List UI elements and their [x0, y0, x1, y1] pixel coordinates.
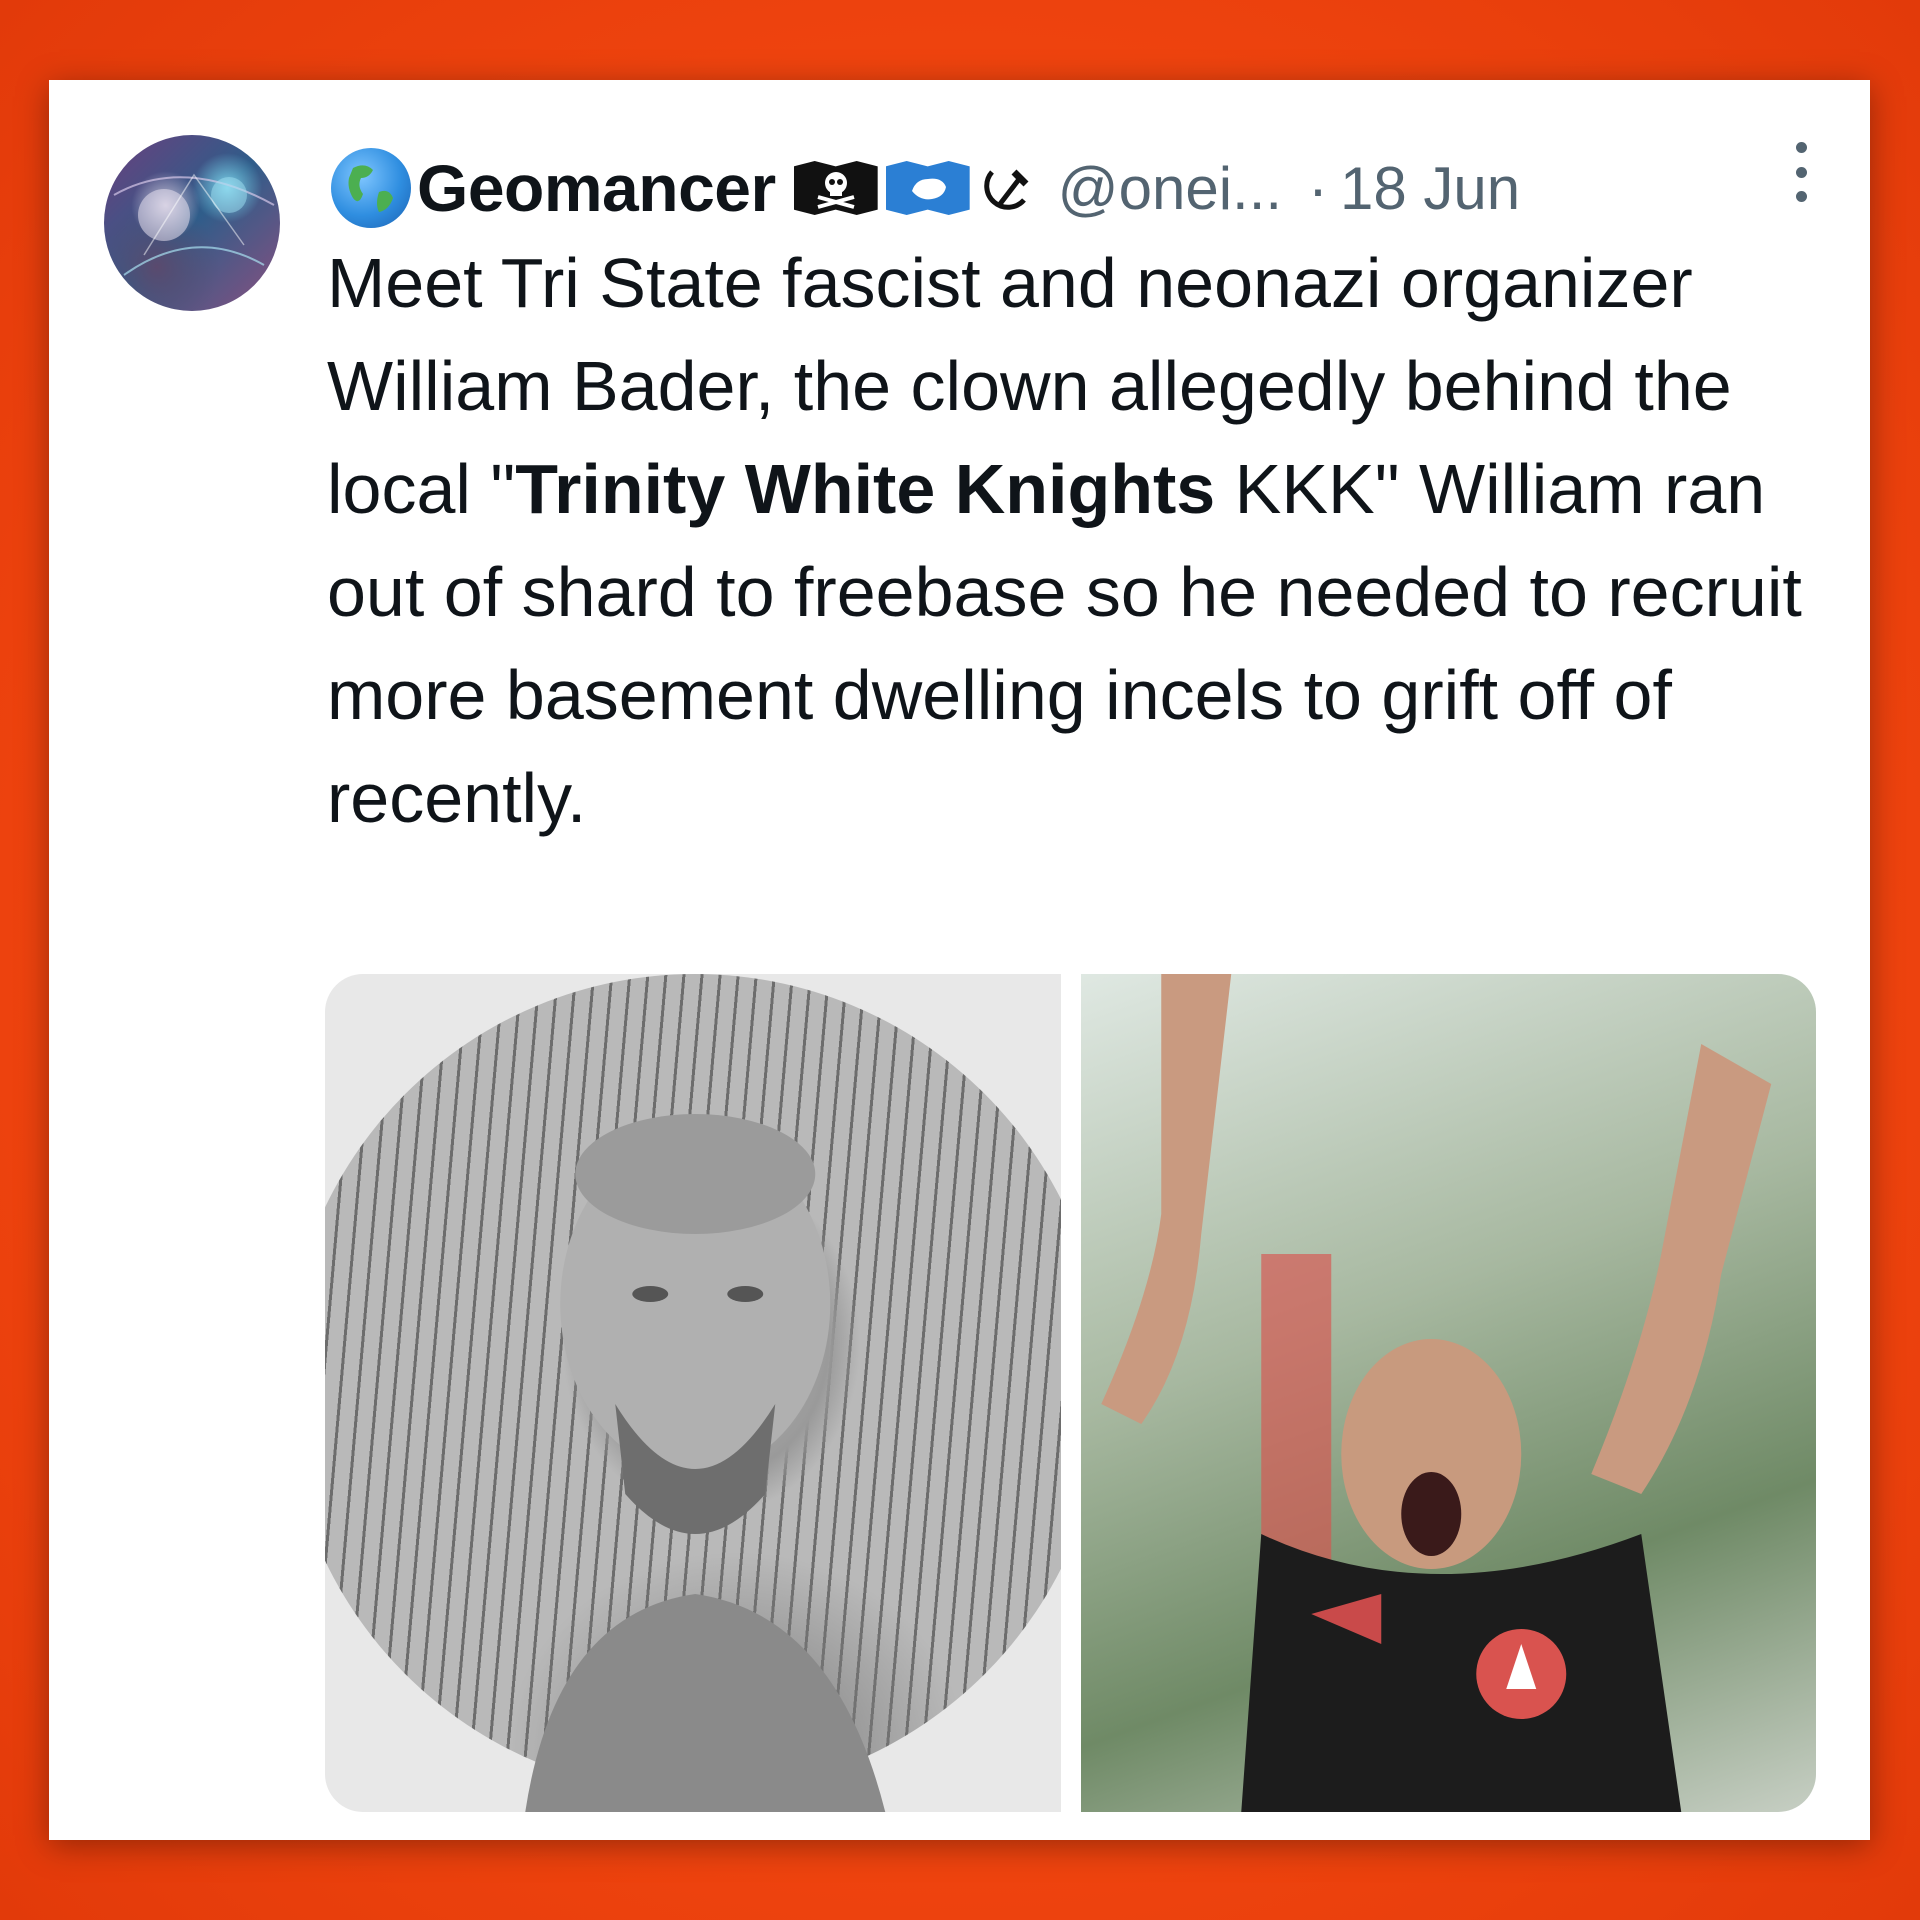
- more-vertical-icon[interactable]: [1792, 142, 1810, 202]
- rally-figure: [1100, 974, 1771, 1812]
- avatar-art: [113, 173, 275, 276]
- portrait-figure: [525, 1114, 886, 1812]
- globe-icon: [331, 148, 411, 228]
- pirate-flag-icon: [793, 161, 878, 215]
- media-grid: [325, 974, 1816, 1812]
- hammer-and-sickle-icon: [983, 169, 1029, 210]
- display-name[interactable]: Geomancer: [417, 150, 776, 226]
- flag-emojis: [793, 160, 1036, 216]
- separator-dot: ·: [1308, 154, 1329, 222]
- post-card[interactable]: Geomancer @onei... · 18 Jun Meet Tri Sta…: [49, 80, 1870, 1840]
- antarctica-flag-icon: [885, 161, 970, 215]
- post-text-bold: Trinity White Knights: [515, 450, 1216, 528]
- avatar[interactable]: [104, 135, 280, 311]
- post-header: Geomancer @onei... · 18 Jun: [331, 138, 1810, 238]
- post-date[interactable]: 18 Jun: [1340, 154, 1520, 223]
- user-handle[interactable]: @onei...: [1058, 154, 1282, 223]
- photo-left[interactable]: [325, 974, 1061, 1812]
- photo-right[interactable]: [1080, 974, 1816, 1812]
- post-text: Meet Tri State fascist and neonazi organ…: [327, 232, 1807, 850]
